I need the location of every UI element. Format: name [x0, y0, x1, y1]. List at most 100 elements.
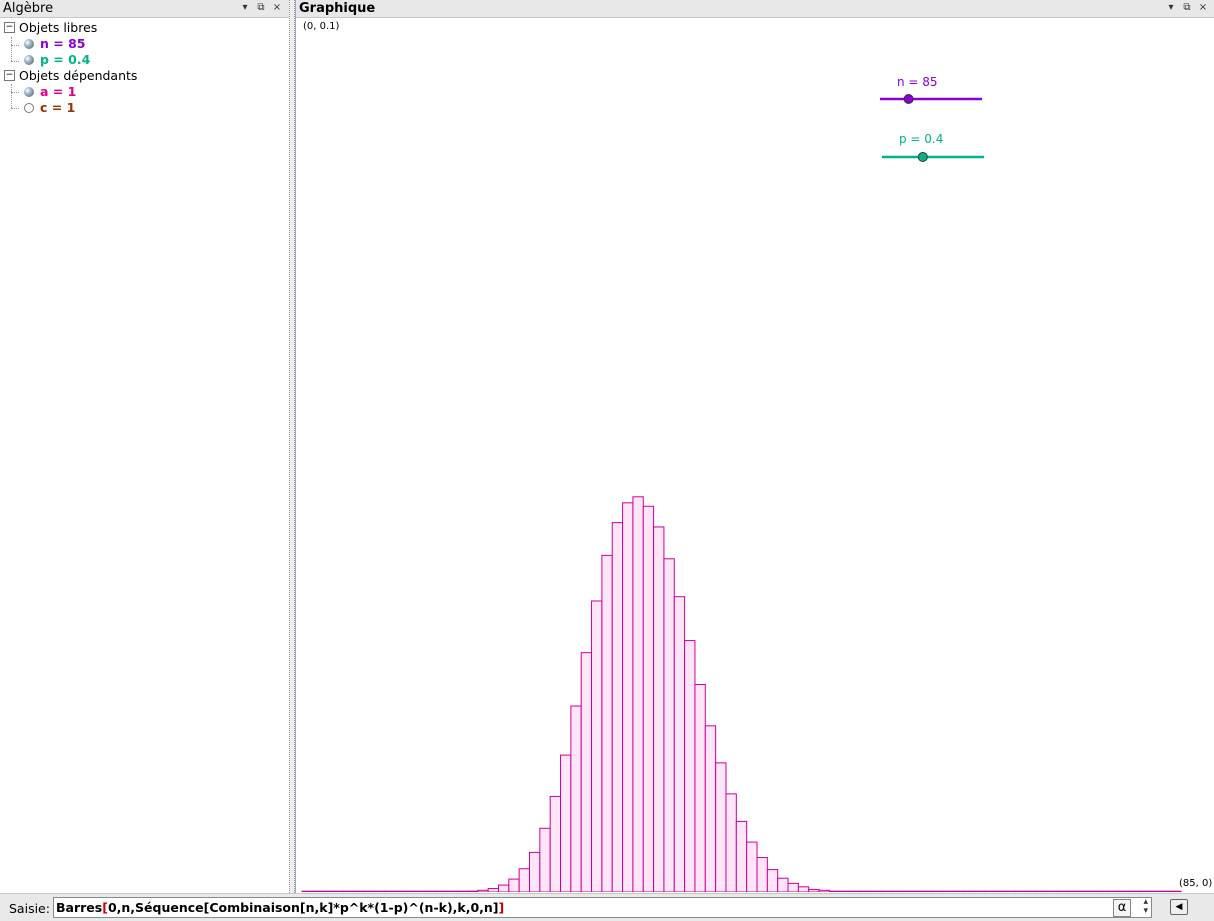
histogram-bar: [373, 890, 386, 892]
visibility-toggle-icon[interactable]: [24, 86, 34, 97]
histogram-bar: [746, 841, 758, 892]
algebra-item-c[interactable]: c = 1: [4, 100, 137, 116]
input-help-button[interactable]: ◀: [1170, 899, 1188, 915]
histogram-bar: [663, 558, 675, 892]
history-spinner-icon[interactable]: ▴ ▾: [1143, 898, 1148, 916]
histogram-bar: [632, 496, 644, 892]
algebra-item-n[interactable]: n = 85: [4, 36, 137, 52]
histogram-bar: [570, 705, 582, 892]
histogram-bar: [1097, 890, 1110, 892]
histogram-bar: [497, 884, 510, 892]
graphics-view[interactable]: Graphique ▾ ⧉ × (0, 0.1) (85, 0) n = 85 …: [295, 0, 1214, 893]
histogram-bar: [870, 890, 882, 892]
histogram-bar: [756, 857, 768, 892]
command-args: 0,n,Séquence[Combinaison[n,k]*p^k*(1-p)^…: [107, 900, 499, 915]
close-icon[interactable]: ×: [1198, 2, 1208, 14]
histogram-bar: [1015, 890, 1027, 892]
histogram-bar: [1170, 890, 1182, 892]
object-label: a = 1: [40, 84, 77, 99]
histogram-bar: [777, 877, 789, 892]
histogram-bar: [839, 890, 851, 892]
histogram-bar: [508, 878, 520, 892]
histogram-bar: [456, 890, 468, 892]
histogram-bar: [529, 851, 541, 892]
histogram-bar: [901, 890, 913, 892]
histogram-bar: [549, 795, 562, 892]
alpha-symbol-button[interactable]: α: [1113, 899, 1131, 917]
input-label: Saisie:: [9, 901, 50, 916]
histogram-bar: [560, 754, 572, 892]
histogram-bar: [704, 725, 717, 892]
histogram-bar: [921, 890, 934, 892]
input-bar: Saisie: Barres[0,n,Séquence[Combinaison[…: [0, 893, 1214, 921]
histogram-bar: [808, 888, 820, 892]
histogram-bar: [611, 522, 624, 892]
histogram-bar: [642, 505, 655, 892]
algebra-item-a[interactable]: a = 1: [4, 84, 137, 100]
histogram-bar: [973, 890, 986, 892]
graphics-header: Graphique ▾ ⧉ ×: [296, 0, 1214, 18]
visibility-toggle-icon[interactable]: [24, 38, 34, 49]
close-bracket: ]: [498, 900, 505, 915]
group-dependent-objects[interactable]: − Objets dépendants: [4, 68, 137, 84]
histogram-bar: [487, 888, 499, 892]
histogram-bar: [342, 890, 355, 892]
collapse-icon[interactable]: −: [4, 70, 15, 81]
algebra-item-p[interactable]: p = 0.4: [4, 52, 137, 68]
histogram-bar: [653, 526, 665, 892]
command-name: Barres: [56, 900, 103, 915]
panel-menu-icon[interactable]: ▾: [1166, 2, 1176, 14]
bar-chart: n = 85 p = 0.4: [301, 75, 1182, 892]
histogram-bar: [394, 890, 406, 892]
histogram-bar: [446, 890, 458, 892]
undock-icon[interactable]: ⧉: [1182, 2, 1192, 14]
histogram-bar: [828, 890, 841, 892]
histogram-bar: [601, 554, 613, 892]
group-free-objects[interactable]: − Objets libres: [4, 20, 137, 36]
histogram-bar: [1159, 890, 1172, 892]
histogram-bar: [1118, 890, 1130, 892]
histogram-bar: [984, 890, 996, 892]
histogram-bar: [684, 640, 696, 892]
histogram-bar: [952, 890, 965, 892]
histogram-bar: [1139, 890, 1151, 892]
command-text[interactable]: Barres[0,n,Séquence[Combinaison[n,k]*p^k…: [56, 900, 504, 915]
histogram-bar: [353, 890, 365, 892]
histogram-bar: [435, 890, 448, 892]
histogram-bar: [518, 868, 531, 892]
visibility-toggle-icon[interactable]: [24, 102, 34, 113]
histogram-bar: [1035, 890, 1048, 892]
object-label: c = 1: [40, 100, 76, 115]
histogram-bar: [580, 652, 593, 892]
algebra-title: Algèbre: [3, 1, 54, 16]
histogram-bar: [591, 600, 603, 892]
command-input[interactable]: Barres[0,n,Séquence[Combinaison[n,k]*p^k…: [53, 897, 1152, 918]
histogram-bar: [942, 890, 954, 892]
histogram-bar: [622, 502, 634, 892]
algebra-tree: − Objets libres n = 85 p = 0.4 − Objets dé…: [4, 20, 137, 116]
histogram-bar: [715, 762, 727, 892]
slider-p-label: p = 0.4: [899, 132, 943, 146]
histogram-bar: [301, 890, 313, 892]
histogram-bar: [673, 596, 686, 892]
histogram-bar: [880, 890, 892, 892]
slider-p-handle[interactable]: [917, 152, 928, 162]
visibility-toggle-icon[interactable]: [24, 54, 34, 65]
panel-menu-icon[interactable]: ▾: [240, 2, 250, 14]
close-icon[interactable]: ×: [272, 2, 282, 14]
histogram-bar: [735, 820, 748, 892]
histogram-bar: [1056, 890, 1068, 892]
slider-n-handle[interactable]: [903, 94, 914, 104]
object-label: n = 85: [40, 36, 86, 51]
slider-n-label: n = 85: [897, 75, 938, 89]
group-label: Objets dépendants: [19, 68, 138, 83]
histogram-bar: [1066, 890, 1079, 892]
histogram-bar: [1149, 890, 1161, 892]
collapse-icon[interactable]: −: [4, 22, 15, 33]
histogram-bar: [415, 890, 427, 892]
histogram-bar: [963, 890, 975, 892]
histogram-bar: [994, 890, 1006, 892]
histogram-bar: [311, 890, 324, 892]
histogram-bar: [911, 890, 923, 892]
undock-icon[interactable]: ⧉: [256, 2, 266, 14]
